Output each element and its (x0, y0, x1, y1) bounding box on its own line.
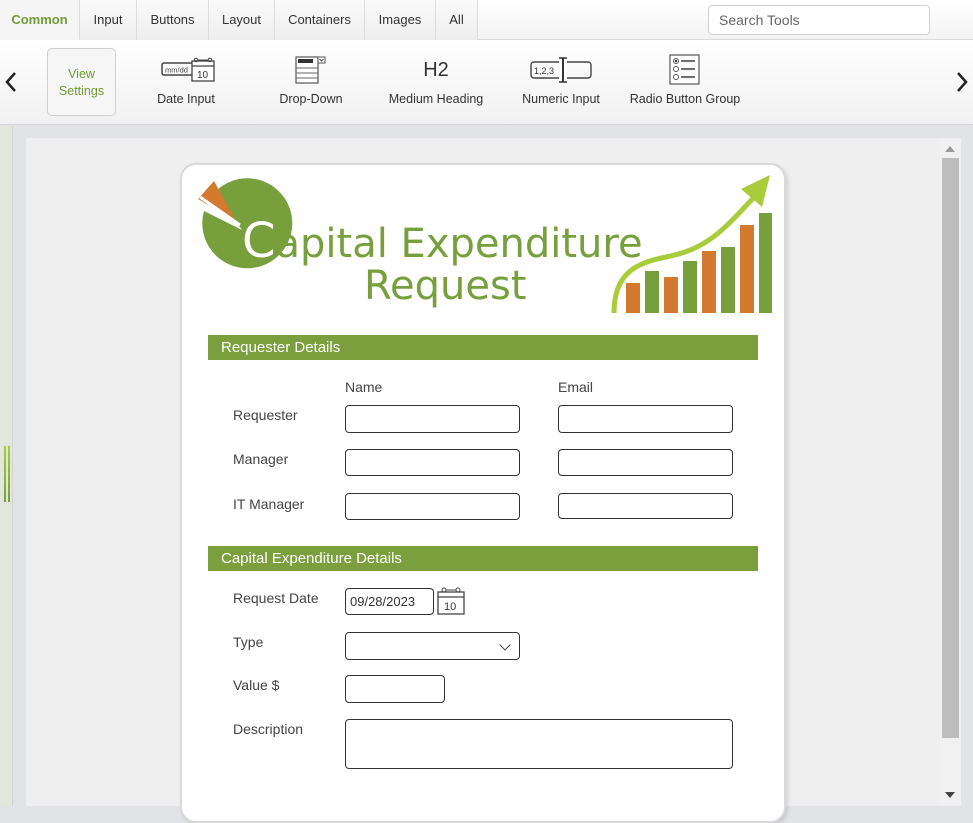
description-label: Description (233, 721, 304, 737)
type-label: Type (233, 634, 264, 650)
scroll-thumb[interactable] (942, 158, 959, 738)
manager-name-input[interactable] (345, 449, 520, 476)
tool-numeric-input-label: Numeric Input (522, 92, 600, 106)
email-column-label: Email (558, 379, 594, 395)
scroll-down-icon[interactable] (945, 792, 955, 798)
tool-palette: View Settings mm/dd 10 Date Input Drop-D… (0, 40, 973, 125)
it-manager-label: IT Manager (233, 496, 305, 512)
numeric-input-icon: 1,2,3 (518, 54, 604, 86)
requester-label: Requester (233, 407, 298, 423)
svg-text:1,2,3: 1,2,3 (534, 66, 554, 76)
tool-date-input[interactable]: mm/dd 10 Date Input (146, 54, 226, 112)
tool-drop-down[interactable]: Drop-Down (274, 54, 348, 112)
form-card: Capital Expenditure Request Requester De… (180, 163, 786, 823)
tool-numeric-input[interactable]: 1,2,3 Numeric Input (518, 54, 604, 112)
calendar-icon[interactable]: 10 (437, 587, 465, 620)
it-manager-email-input[interactable] (558, 493, 733, 519)
tab-all[interactable]: All (436, 0, 478, 40)
value-input[interactable] (345, 675, 445, 703)
manager-email-input[interactable] (558, 449, 733, 476)
panel-resize-handle[interactable] (4, 446, 10, 502)
form-banner: Capital Expenditure Request (196, 173, 772, 317)
tool-category-tabbar: Common Input Buttons Layout Containers I… (0, 0, 973, 40)
chevron-down-icon (499, 639, 511, 651)
it-manager-name-input[interactable] (345, 493, 520, 520)
form-title-line1: Capital Expenditure (242, 213, 643, 269)
svg-text:mm/dd: mm/dd (165, 66, 188, 75)
left-side-panel (0, 126, 13, 806)
radio-group-icon (628, 54, 742, 86)
search-tools-input[interactable] (708, 5, 930, 35)
tab-images[interactable]: Images (365, 0, 436, 40)
tool-medium-heading[interactable]: H2 Medium Heading (386, 54, 486, 112)
drop-down-icon (274, 54, 348, 86)
heading-h2-icon: H2 (423, 58, 449, 81)
tab-buttons[interactable]: Buttons (137, 0, 209, 40)
tool-radio-button-group[interactable]: Radio Button Group (628, 54, 742, 112)
tab-layout[interactable]: Layout (209, 0, 275, 40)
request-date-input[interactable] (345, 588, 434, 615)
capex-details-header: Capital Expenditure Details (208, 546, 758, 571)
form-title-line2: Request (364, 263, 527, 309)
chevron-right-icon[interactable] (952, 70, 972, 100)
requester-email-input[interactable] (558, 405, 733, 433)
view-settings-label-1: View (68, 67, 95, 81)
scroll-up-icon[interactable] (945, 146, 955, 152)
svg-text:10: 10 (444, 601, 456, 613)
type-select[interactable] (345, 632, 520, 660)
canvas-scrollbar[interactable] (940, 138, 961, 806)
request-date-label: Request Date (233, 590, 319, 606)
date-input-icon: mm/dd 10 (146, 54, 226, 86)
tool-medium-heading-label: Medium Heading (388, 92, 484, 106)
description-textarea[interactable] (345, 719, 733, 769)
tool-radio-button-group-label: Radio Button Group (629, 92, 741, 106)
view-settings-label-2: Settings (58, 84, 105, 98)
tab-common[interactable]: Common (0, 0, 80, 40)
svg-text:10: 10 (197, 70, 209, 81)
tab-input[interactable]: Input (80, 0, 137, 40)
chevron-left-icon[interactable] (1, 70, 21, 100)
tab-containers[interactable]: Containers (275, 0, 365, 40)
manager-label: Manager (233, 451, 289, 467)
value-label: Value $ (233, 677, 280, 693)
tool-drop-down-label: Drop-Down (279, 92, 343, 106)
tool-date-input-label: Date Input (157, 92, 215, 106)
requester-name-input[interactable] (345, 405, 520, 433)
requester-details-header: Requester Details (208, 335, 758, 360)
view-settings-button[interactable]: View Settings (47, 48, 116, 116)
name-column-label: Name (345, 379, 383, 395)
